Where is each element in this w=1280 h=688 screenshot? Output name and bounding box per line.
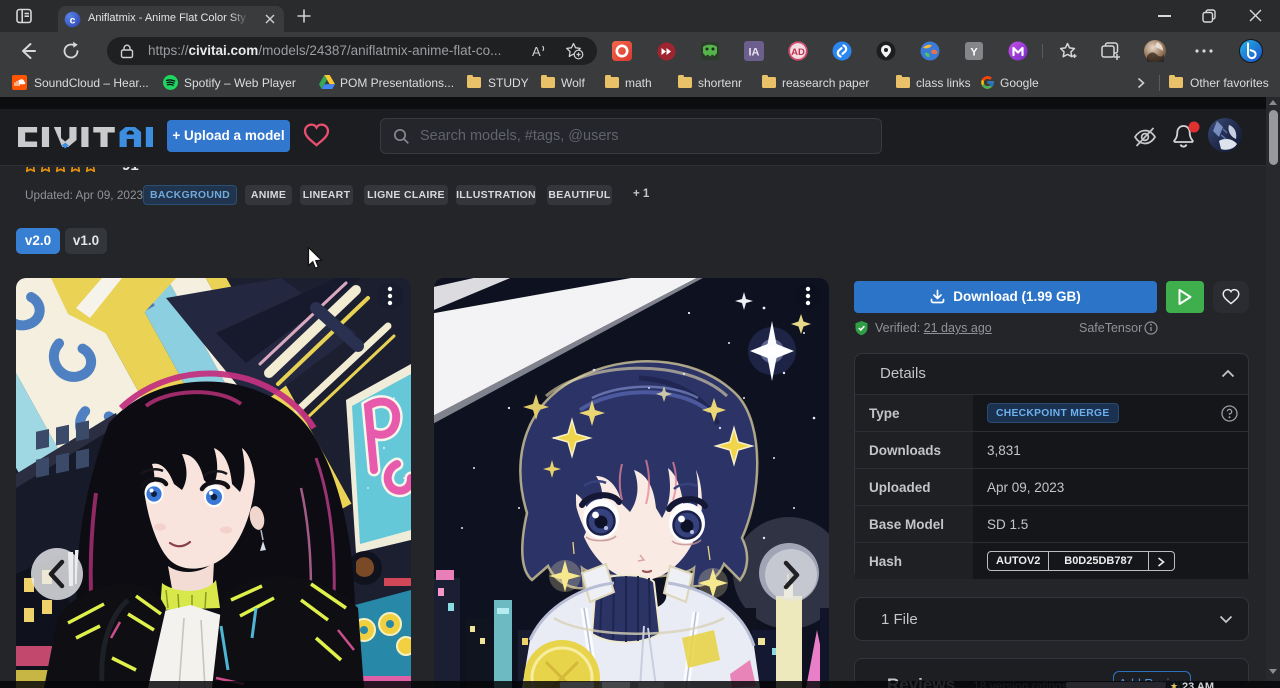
svg-text:Y: Y <box>970 47 978 59</box>
svg-text:AD: AD <box>791 47 805 58</box>
svg-text:IA: IA <box>749 47 760 59</box>
svg-text:c: c <box>70 15 76 26</box>
svg-text:A: A <box>532 44 541 59</box>
